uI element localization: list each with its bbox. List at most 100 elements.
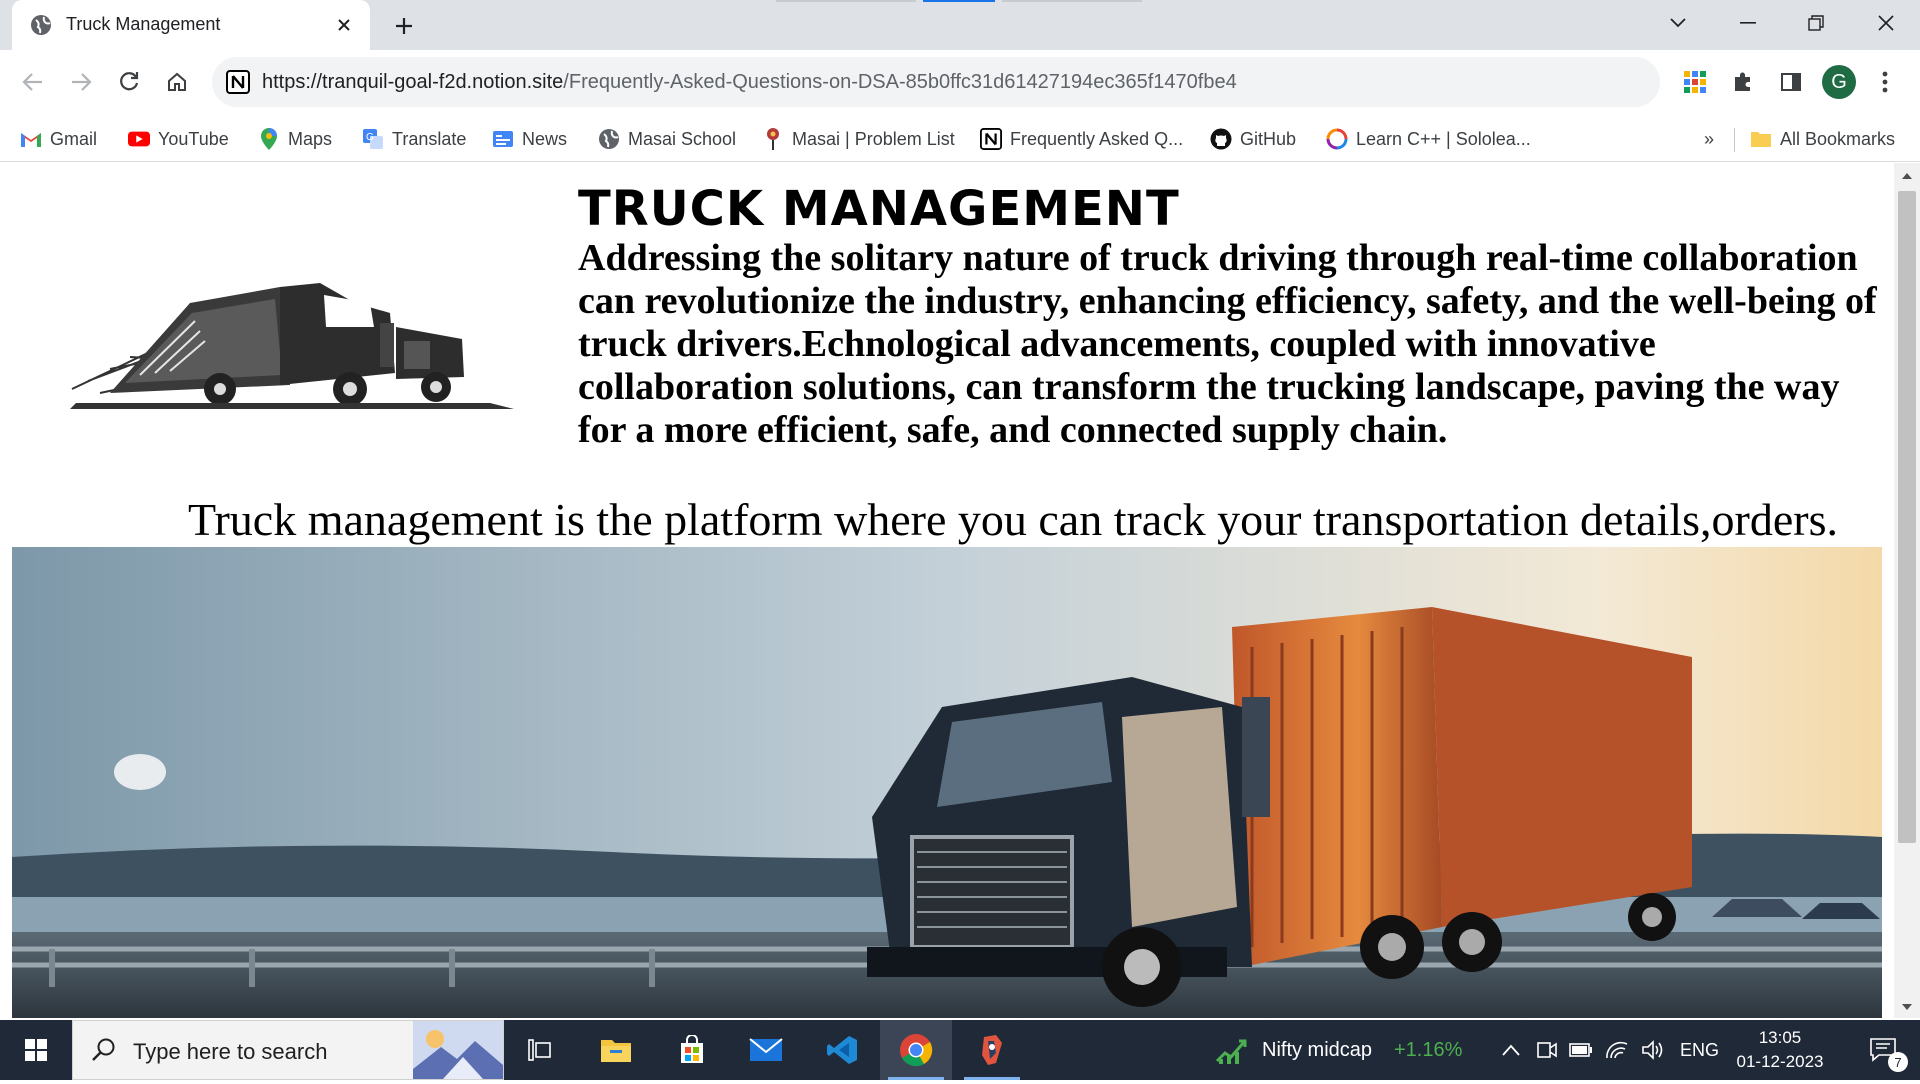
bookmark-github[interactable]: GitHub (1210, 124, 1296, 154)
reload-button[interactable] (108, 61, 150, 103)
back-button[interactable] (12, 61, 54, 103)
meet-now-icon[interactable] (1532, 1020, 1562, 1080)
wifi-icon[interactable] (1602, 1020, 1632, 1080)
bookmark-maps[interactable]: Maps (258, 124, 332, 154)
gmail-icon (20, 128, 42, 150)
widget-label[interactable]: Nifty midcap (1262, 1039, 1372, 1062)
truck-logo-image (70, 243, 514, 413)
browser-toolbar: https://tranquil-goal-f2d.notion.site/Fr… (0, 50, 1920, 116)
chrome-taskbar-icon[interactable] (880, 1020, 952, 1080)
search-highlight-image (413, 1021, 503, 1079)
youtube-icon (128, 128, 150, 150)
tab-title: Truck Management (66, 14, 221, 34)
new-tab-button[interactable] (388, 10, 420, 42)
tab-truck-management[interactable]: Truck Management (12, 0, 370, 50)
url-text: https://tranquil-goal-f2d.notion.site/Fr… (262, 71, 1237, 94)
tab-search-button[interactable] (1650, 4, 1706, 42)
bookmark-label: Masai | Problem List (792, 128, 955, 149)
mail-icon[interactable] (730, 1020, 802, 1080)
bookmark-label: Masai School (628, 128, 737, 149)
globe-icon (30, 14, 52, 36)
url-path: /Frequently-Asked-Questions-on-DSA-85b0f… (563, 71, 1237, 93)
minimize-button[interactable] (1720, 4, 1776, 42)
home-button[interactable] (156, 61, 198, 103)
taskbar-search-box[interactable]: Type here to search (72, 1020, 504, 1080)
pinned-app-icon[interactable] (956, 1020, 1028, 1080)
page-description: Addressing the solitary nature of truck … (578, 237, 1877, 451)
close-tab-icon[interactable] (330, 11, 358, 39)
notification-count-badge: 7 (1888, 1052, 1908, 1072)
folder-icon (1750, 128, 1772, 150)
bookmark-label: Maps (288, 128, 333, 149)
profile-avatar[interactable]: G (1822, 65, 1856, 99)
notification-center-icon[interactable]: 7 (1848, 1020, 1920, 1080)
bookmark-youtube[interactable]: YouTube (128, 124, 229, 154)
tab-strip-indicator (776, 0, 916, 2)
masai-icon (762, 128, 784, 150)
notion-icon (226, 70, 250, 94)
close-window-button[interactable] (1858, 4, 1914, 42)
bookmark-frequently-asked[interactable]: Frequently Asked Q... (980, 124, 1183, 154)
page-heading: TRUCK MANAGEMENT (578, 181, 1180, 237)
scroll-up-arrow[interactable] (1902, 173, 1912, 179)
vscode-icon[interactable] (806, 1020, 878, 1080)
clock-time: 13:05 (1758, 1028, 1802, 1047)
side-panel-icon[interactable] (1770, 61, 1812, 103)
bookmark-label: YouTube (158, 128, 229, 149)
bookmark-label: Frequently Asked Q... (1010, 128, 1184, 149)
notion-icon (980, 128, 1002, 150)
truck-hero-image (12, 547, 1882, 1018)
page-tagline: Truck management is the platform where y… (188, 494, 1838, 545)
bookmark-label: GitHub (1240, 128, 1297, 149)
language-indicator[interactable]: ENG (1680, 1040, 1719, 1061)
translate-icon: G (362, 128, 384, 150)
extensions-puzzle-icon[interactable] (1722, 61, 1764, 103)
bookmark-masai-problem-list[interactable]: Masai | Problem List (762, 124, 955, 154)
sololearn-icon (1326, 128, 1348, 150)
scroll-down-arrow[interactable] (1902, 1004, 1912, 1010)
bookmark-gmail[interactable]: Gmail (20, 124, 97, 154)
all-bookmarks-button[interactable]: All Bookmarks (1750, 124, 1895, 154)
overflow-chevron: » (1704, 128, 1715, 149)
clock-date: 01-12-2023 (1736, 1052, 1824, 1071)
bookmark-learn-cpp[interactable]: Learn C++ | Sololea... (1326, 124, 1531, 154)
web-page: TRUCK MANAGEMENT Addressing the solitary… (0, 163, 1920, 1018)
news-icon (492, 128, 514, 150)
extension-grid-icon[interactable] (1674, 61, 1716, 103)
menu-kebab-icon[interactable] (1864, 61, 1906, 103)
bookmarks-separator (1734, 128, 1735, 152)
page-scrollbar[interactable] (1894, 163, 1920, 1018)
tab-strip-indicator-active (923, 0, 995, 2)
bookmark-label: Learn C++ | Sololea... (1356, 128, 1531, 149)
maps-icon (258, 128, 280, 150)
bookmark-news[interactable]: News (492, 124, 567, 154)
globe-icon (598, 128, 620, 150)
scrollbar-thumb[interactable] (1898, 191, 1916, 843)
stock-trend-icon[interactable] (1212, 1020, 1252, 1080)
tab-strip: Truck Management (0, 0, 1920, 50)
forward-button[interactable] (60, 61, 102, 103)
search-placeholder: Type here to search (133, 1039, 328, 1064)
github-icon (1210, 128, 1232, 150)
file-explorer-icon[interactable] (580, 1020, 652, 1080)
address-bar[interactable]: https://tranquil-goal-f2d.notion.site/Fr… (212, 57, 1660, 107)
battery-icon[interactable] (1566, 1020, 1596, 1080)
widget-value: +1.16% (1394, 1039, 1463, 1061)
windows-taskbar: Type here to search Nifty midcap +1.16% (0, 1020, 1920, 1080)
start-button[interactable] (0, 1020, 72, 1080)
volume-icon[interactable] (1638, 1020, 1668, 1080)
microsoft-store-icon[interactable] (656, 1020, 728, 1080)
svg-text:G: G (366, 132, 374, 143)
bookmarks-bar: Gmail YouTube Maps G Translate News Masa… (0, 116, 1920, 162)
restore-button[interactable] (1788, 4, 1844, 42)
url-host: https://tranquil-goal-f2d.notion.site (262, 71, 564, 93)
system-clock[interactable]: 13:05 01-12-2023 (1730, 1026, 1830, 1074)
bookmark-translate[interactable]: G Translate (362, 124, 466, 154)
bookmark-label: News (522, 128, 568, 149)
bookmarks-overflow-button[interactable]: » (1704, 124, 1714, 154)
task-view-icon[interactable] (504, 1020, 576, 1080)
search-icon (91, 1037, 117, 1068)
chevron-up-icon[interactable] (1496, 1020, 1526, 1080)
tab-strip-indicator (1002, 0, 1142, 2)
bookmark-masai-school[interactable]: Masai School (598, 124, 736, 154)
